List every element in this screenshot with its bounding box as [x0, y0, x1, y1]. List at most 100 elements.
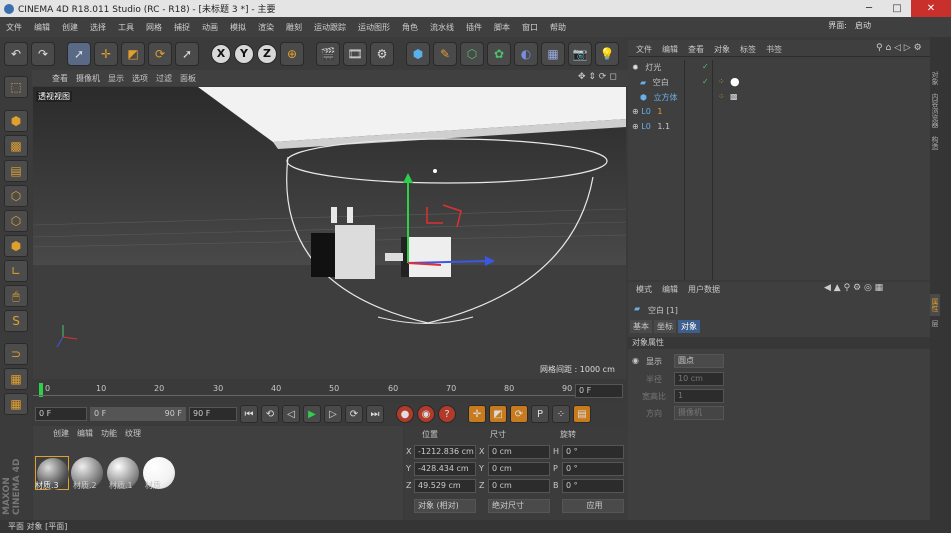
- snap-icon[interactable]: S: [4, 310, 28, 332]
- perspective-viewport[interactable]: [33, 87, 626, 379]
- object-row[interactable]: ⊕ L0 1: [632, 107, 930, 121]
- timeline-ruler[interactable]: 0 10 20 30 40 50 60 70 80 90: [33, 381, 626, 403]
- menu-tools[interactable]: 工具: [112, 22, 140, 33]
- am-menu-edit[interactable]: 编辑: [662, 284, 678, 295]
- y-axis-lock-button[interactable]: Y: [234, 43, 254, 64]
- previous-key-icon[interactable]: ⟲: [261, 405, 279, 423]
- play-icon[interactable]: ▶: [303, 405, 321, 423]
- key-position-icon[interactable]: ✛: [468, 405, 486, 423]
- timeline-window-icon[interactable]: ▤: [573, 405, 591, 423]
- visibility-check-icon[interactable]: ✓: [702, 77, 709, 86]
- subdivision-surface-icon[interactable]: ⬡: [460, 41, 484, 66]
- tab-attributes[interactable]: 属性: [930, 294, 940, 316]
- next-frame-icon[interactable]: ▷: [324, 405, 342, 423]
- redo-icon[interactable]: ↷: [31, 41, 55, 66]
- material-menu-create[interactable]: 创建: [53, 428, 69, 439]
- tab-layers[interactable]: 层: [930, 316, 940, 331]
- object-row[interactable]: ⊕ L0 1.1: [632, 122, 930, 136]
- menu-mesh[interactable]: 网格: [140, 22, 168, 33]
- object-row[interactable]: ⬢ 立方体 ⁘ ▩: [640, 92, 930, 106]
- menu-animate[interactable]: 动画: [196, 22, 224, 33]
- x-axis-lock-button[interactable]: X: [211, 43, 231, 64]
- size-z-field[interactable]: 0 cm: [488, 479, 550, 493]
- om-search-icon[interactable]: ⚲ ⌂ ◁ ▷ ⚙: [876, 43, 922, 53]
- close-button[interactable]: ✕: [911, 0, 951, 17]
- light-icon[interactable]: 💡: [595, 41, 619, 66]
- menu-plugins[interactable]: 插件: [460, 22, 488, 33]
- viewport-menu-display[interactable]: 显示: [108, 73, 124, 84]
- tag-icon[interactable]: ⁘: [718, 77, 725, 86]
- workplane-mode-icon[interactable]: ▤: [4, 160, 28, 182]
- display-select[interactable]: 圆点: [674, 354, 724, 368]
- om-menu-edit[interactable]: 编辑: [662, 44, 678, 55]
- points-mode-icon[interactable]: ⬡: [4, 185, 28, 207]
- size-x-field[interactable]: 0 cm: [488, 445, 550, 459]
- edges-mode-icon[interactable]: ⬡: [4, 210, 28, 232]
- scale-icon[interactable]: ◩: [121, 41, 145, 66]
- size-mode-select[interactable]: 绝对尺寸: [488, 499, 550, 513]
- rot-h-field[interactable]: 0 °: [562, 445, 624, 459]
- orientation-select[interactable]: 摄像机: [674, 406, 724, 420]
- menu-simulate[interactable]: 模拟: [224, 22, 252, 33]
- go-to-start-icon[interactable]: ⏮: [240, 405, 258, 423]
- tab-coord[interactable]: 坐标: [654, 320, 676, 333]
- layout-startup[interactable]: 启动: [855, 20, 871, 31]
- polygons-mode-icon[interactable]: ⬢: [4, 235, 28, 257]
- floor-icon[interactable]: ▦: [541, 41, 565, 66]
- floor-plane[interactable]: [33, 265, 626, 379]
- rot-p-field[interactable]: 0 °: [562, 462, 624, 476]
- record-icon[interactable]: ●: [396, 405, 414, 423]
- menu-render[interactable]: 渲染: [252, 22, 280, 33]
- rot-b-field[interactable]: 0 °: [562, 479, 624, 493]
- move-icon[interactable]: ✛: [94, 41, 118, 66]
- key-pla-icon[interactable]: ⁘: [552, 405, 570, 423]
- radius-field[interactable]: 10 cm: [674, 372, 724, 386]
- coordinate-mode-select[interactable]: 对象 (相对): [414, 499, 476, 513]
- texture-tag-icon[interactable]: ▩: [730, 92, 738, 101]
- current-frame-field[interactable]: 0 F: [575, 384, 623, 398]
- menu-motion-tracking[interactable]: 运动跟踪: [308, 22, 352, 33]
- object-row[interactable]: ✹ 灯光 ✓: [632, 62, 930, 76]
- menu-file[interactable]: 文件: [0, 22, 28, 33]
- menu-mograph[interactable]: 运动图形: [352, 22, 396, 33]
- expand-icon[interactable]: ⊕: [632, 107, 639, 116]
- charger-object[interactable]: [403, 237, 451, 277]
- tweak-mode-icon[interactable]: 🖱: [4, 285, 28, 307]
- material-menu-edit[interactable]: 编辑: [77, 428, 93, 439]
- camera-icon[interactable]: 📷: [568, 41, 592, 66]
- previous-frame-icon[interactable]: ◁: [282, 405, 300, 423]
- key-rotation-icon[interactable]: ⟳: [510, 405, 528, 423]
- om-menu-bookmarks[interactable]: 书签: [766, 44, 782, 55]
- go-to-end-icon[interactable]: ⏭: [366, 405, 384, 423]
- material-menu-function[interactable]: 功能: [101, 428, 117, 439]
- workplane-icon[interactable]: ▦: [4, 368, 28, 390]
- render-to-picture-viewer-icon[interactable]: 🎞: [343, 41, 367, 66]
- material-menu-texture[interactable]: 纹理: [125, 428, 141, 439]
- tab-content-browser[interactable]: 内容浏览器: [930, 89, 940, 132]
- tab-structure[interactable]: 构造: [930, 132, 940, 154]
- deformer-icon[interactable]: ◐: [514, 41, 538, 66]
- render-settings-icon[interactable]: ⚙: [370, 41, 394, 66]
- am-menu-mode[interactable]: 模式: [636, 284, 652, 295]
- next-key-icon[interactable]: ⟳: [345, 405, 363, 423]
- apply-button[interactable]: 应用: [562, 499, 624, 513]
- om-menu-tags[interactable]: 标签: [740, 44, 756, 55]
- cloner-icon[interactable]: ✿: [487, 41, 511, 66]
- pos-z-field[interactable]: 49.529 cm: [414, 479, 476, 493]
- z-axis-lock-button[interactable]: Z: [257, 43, 277, 64]
- am-menu-userdata[interactable]: 用户数据: [688, 284, 720, 295]
- menu-edit[interactable]: 编辑: [28, 22, 56, 33]
- viewport-menu-panel[interactable]: 面板: [180, 73, 196, 84]
- key-parameter-icon[interactable]: P: [531, 405, 549, 423]
- object-row[interactable]: ▰ 空白 ✓ ⁘ ●: [640, 75, 930, 91]
- size-y-field[interactable]: 0 cm: [488, 462, 550, 476]
- pos-y-field[interactable]: -428.434 cm: [414, 462, 476, 476]
- viewport-menu-view[interactable]: 查看: [52, 73, 68, 84]
- model-mode-icon[interactable]: ⬢: [4, 110, 28, 132]
- menu-sculpt[interactable]: 雕刻: [280, 22, 308, 33]
- viewport-menu-cameras[interactable]: 摄像机: [76, 73, 100, 84]
- viewport-menu-options[interactable]: 选项: [132, 73, 148, 84]
- keyframe-selection-icon[interactable]: ?: [438, 405, 456, 423]
- grid-icon[interactable]: ▦: [4, 393, 28, 415]
- am-nav-icons[interactable]: ◀ ▲ ⚲ ⚙ ◎ ▦: [824, 283, 883, 293]
